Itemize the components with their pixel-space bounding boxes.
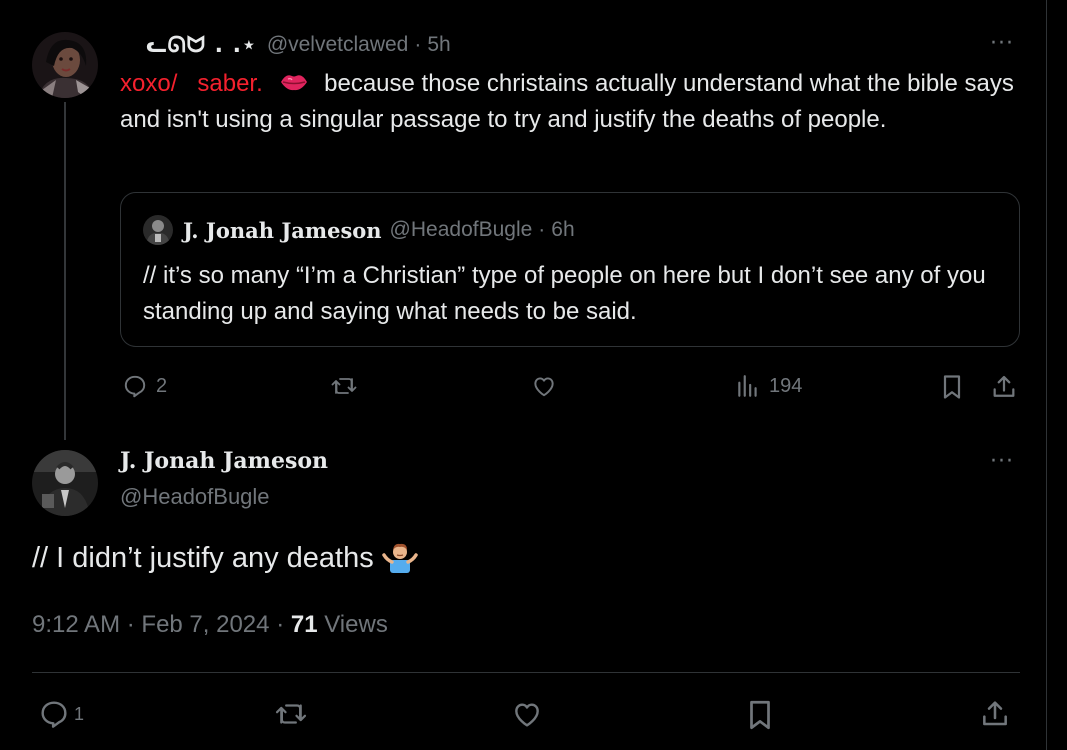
more-options-icon[interactable]: ··· <box>990 31 1014 56</box>
quoted-text: // it’s so many “I’m a Christian” type o… <box>143 262 986 325</box>
avatar[interactable] <box>32 450 98 516</box>
handle[interactable]: @HeadofBugle <box>120 484 270 510</box>
bookmark-icon <box>750 700 770 730</box>
separator-dot: · <box>414 33 422 56</box>
views-count: 71 <box>290 611 318 638</box>
reply-button[interactable]: 2 <box>122 373 167 399</box>
comment-icon <box>124 375 146 398</box>
share-button[interactable] <box>990 373 1018 401</box>
avatar[interactable] <box>32 32 98 98</box>
bookmark-button[interactable] <box>940 373 964 401</box>
more-options-icon[interactable]: ··· <box>990 449 1014 474</box>
separator-dot: · <box>126 611 135 638</box>
quoted-header: J. Jonah Jameson @HeadofBugle · 6h <box>143 215 575 245</box>
analytics-icon <box>738 375 757 397</box>
mention-link[interactable]: saber. <box>197 70 262 97</box>
like-button[interactable] <box>530 373 558 399</box>
display-name[interactable]: J. Jonah Jameson <box>120 448 328 474</box>
repost-button[interactable] <box>330 373 358 399</box>
kiss-mark-icon <box>281 75 308 91</box>
heart-icon <box>534 377 554 397</box>
heart-icon <box>515 703 539 727</box>
divider <box>32 672 1020 673</box>
handle[interactable]: @velvetclawed <box>267 33 409 57</box>
mention-link[interactable]: xoxo/ <box>120 70 177 97</box>
tweet-metadata: 9:12 AM · Feb 7, 2024 · 71 Views <box>32 611 388 639</box>
timestamp: 6h <box>551 218 575 241</box>
separator-dot: · <box>538 218 546 241</box>
tweet-time[interactable]: 9:12 AM <box>32 611 120 638</box>
reply-button[interactable]: 1 <box>38 698 84 730</box>
reply-header: ᓚᘏᗢ . .⋆ @velvetclawed · 5h <box>120 30 451 60</box>
avatar <box>143 215 173 245</box>
views-label: Views <box>324 611 388 638</box>
bookmark-button[interactable] <box>745 698 775 732</box>
quoted-tweet-card[interactable]: J. Jonah Jameson @HeadofBugle · 6h // it… <box>120 192 1020 347</box>
share-button[interactable] <box>979 698 1011 730</box>
repost-button[interactable] <box>274 698 308 730</box>
like-button[interactable] <box>510 698 544 730</box>
timestamp[interactable]: 5h <box>427 33 450 57</box>
handle: @HeadofBugle <box>389 218 533 241</box>
separator-dot: · <box>276 611 285 638</box>
views-button[interactable]: 194 <box>735 373 802 399</box>
reply-count: 1 <box>74 703 85 724</box>
reply-body: xoxo/ saber. because those christains ac… <box>120 66 1020 138</box>
comment-icon <box>41 701 67 728</box>
tweet-text: // I didn’t justify any deaths <box>32 542 374 574</box>
reply-count: 2 <box>156 374 168 397</box>
repost-icon <box>331 378 357 394</box>
share-icon <box>983 701 1007 726</box>
person-shrugging-icon <box>382 543 418 573</box>
views-count: 194 <box>769 374 803 397</box>
share-icon <box>993 375 1015 397</box>
repost-icon <box>275 704 307 724</box>
display-name[interactable]: ᓚᘏᗢ . .⋆ <box>146 33 257 58</box>
tweet-body: // I didn’t justify any deaths <box>32 538 418 578</box>
tweet-date[interactable]: Feb 7, 2024 <box>141 611 269 638</box>
column-border <box>1046 0 1047 750</box>
display-name: J. Jonah Jameson <box>183 217 382 243</box>
bookmark-icon <box>943 375 961 399</box>
thread-connector-line <box>64 102 66 440</box>
